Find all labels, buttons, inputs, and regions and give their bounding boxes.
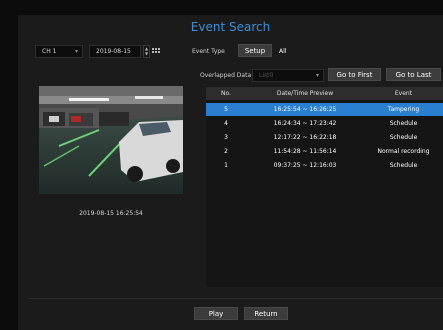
setup-button[interactable]: Setup [238, 44, 272, 57]
table-row[interactable]: 4 16:24:34 ~ 17:23:42 Schedule [206, 117, 443, 130]
footer-divider [28, 298, 443, 299]
row-no: 3 [224, 134, 228, 141]
header-no: No. [221, 90, 231, 97]
row-no: 2 [224, 148, 228, 155]
parking-garage-image [39, 86, 183, 194]
channel-select[interactable]: CH 1 ▾ [35, 45, 83, 58]
go-to-first-button[interactable]: Go to First [328, 68, 381, 81]
overlapped-data-select[interactable]: List0 ▾ [252, 69, 324, 82]
return-button[interactable]: Return [244, 307, 288, 320]
overlapped-data-value: List0 [259, 72, 274, 79]
date-field-value: 2019-08-15 [96, 48, 131, 55]
row-event: Schedule [389, 162, 418, 169]
row-no: 5 [224, 106, 228, 113]
video-preview [39, 86, 183, 194]
table-row[interactable]: 3 12:17:22 ~ 16:22:18 Schedule [206, 131, 443, 144]
chevron-down-icon: ▾ [315, 72, 319, 79]
row-event: Normal recording [377, 148, 430, 155]
table-header: No. Date/Time Preview Event [206, 87, 443, 100]
row-time: 09:37:25 ~ 12:16:03 [273, 162, 337, 169]
row-event: Schedule [389, 134, 418, 141]
play-button[interactable]: Play [194, 307, 238, 320]
header-datetime: Date/Time Preview [276, 90, 334, 97]
event-type-value: All [279, 48, 287, 55]
row-time: 11:54:28 ~ 11:56:14 [273, 148, 337, 155]
row-no: 1 [224, 162, 228, 169]
date-stepper[interactable]: ▲ ▼ [143, 45, 150, 58]
go-to-last-button[interactable]: Go to Last [386, 68, 441, 81]
overlapped-data-label: Overlapped Data [200, 72, 252, 79]
table-row[interactable]: 1 09:37:25 ~ 12:16:03 Schedule [206, 159, 443, 172]
table-row[interactable]: 5 16:25:54 ~ 16:26:25 Tampering [206, 103, 443, 116]
date-field[interactable]: 2019-08-15 [89, 45, 141, 58]
header-event: Event [394, 90, 413, 97]
row-no: 4 [224, 120, 228, 127]
preview-timestamp: 2019-08-15 16:25:54 [79, 210, 143, 217]
chevron-down-icon: ▾ [74, 48, 78, 55]
row-time: 16:24:34 ~ 17:23:42 [273, 120, 337, 127]
calendar-icon[interactable] [152, 47, 160, 55]
page-title: Event Search [190, 20, 271, 34]
table-row[interactable]: 2 11:54:28 ~ 11:56:14 Normal recording [206, 145, 443, 158]
channel-select-value: CH 1 [42, 48, 57, 55]
event-type-label: Event Type [192, 48, 225, 55]
row-event: Schedule [389, 120, 418, 127]
row-time: 16:25:54 ~ 16:26:25 [273, 106, 337, 113]
row-event: Tampering [387, 106, 420, 113]
row-time: 12:17:22 ~ 16:22:18 [273, 134, 337, 141]
